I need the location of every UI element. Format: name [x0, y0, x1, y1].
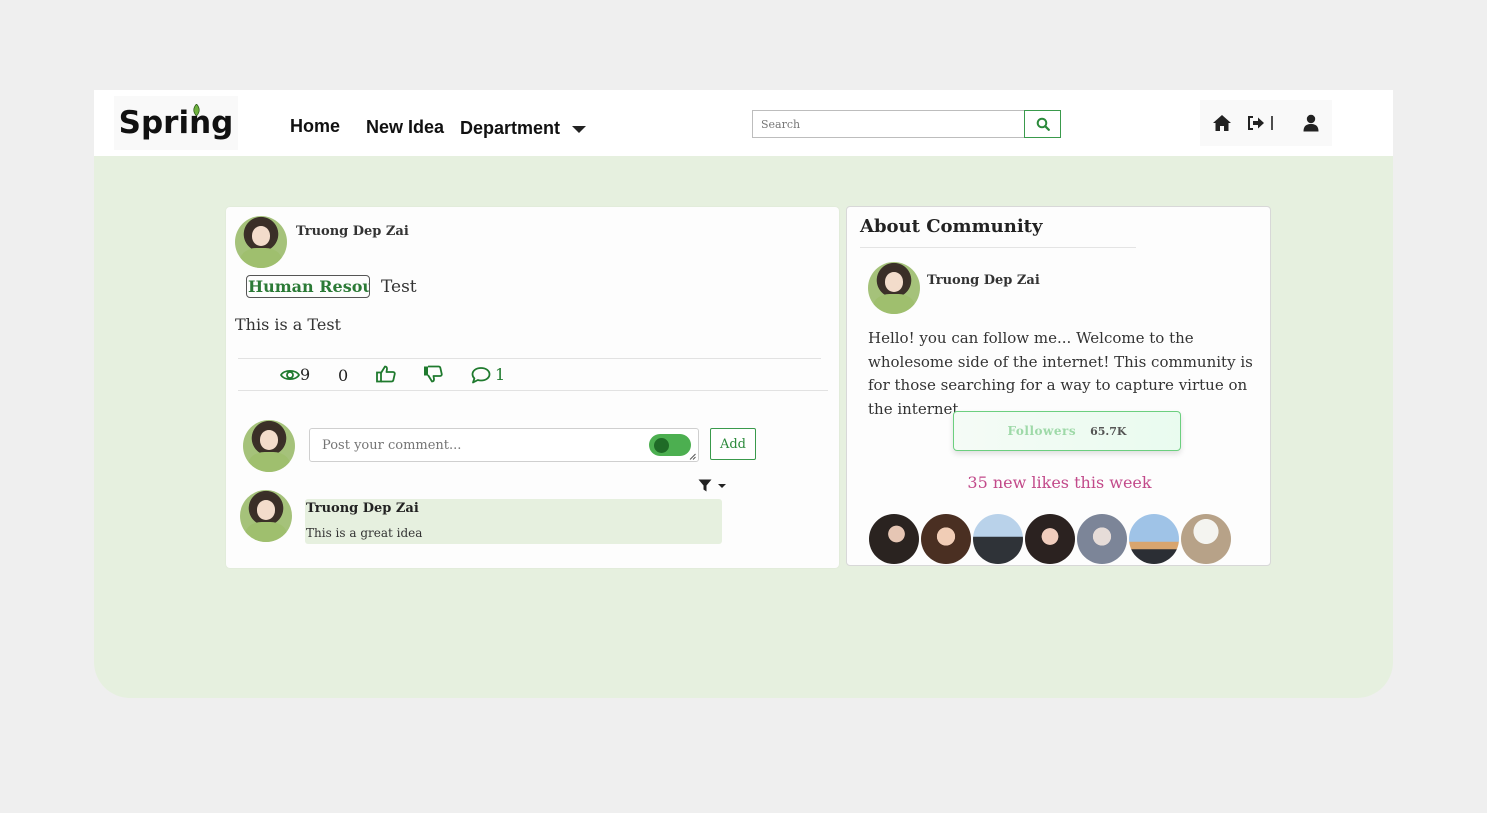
eye-icon — [280, 369, 300, 380]
member-avatar[interactable] — [973, 514, 1023, 564]
about-community-card: About Community Truong Dep Zai Hello! yo… — [846, 206, 1271, 566]
chevron-down-icon — [718, 483, 726, 488]
community-owner[interactable]: Truong Dep Zai — [927, 273, 1040, 288]
comment-item: Truong Dep Zai This is a great idea — [305, 499, 722, 544]
comment-filter[interactable] — [698, 479, 726, 492]
divider — [860, 247, 1136, 248]
thumbs-down-icon — [424, 365, 443, 383]
like-button[interactable] — [376, 365, 396, 383]
search-input[interactable] — [752, 110, 1024, 138]
nav-department-label: Department — [460, 118, 561, 138]
comment-input[interactable] — [320, 437, 644, 454]
post-title: Test — [381, 277, 417, 297]
post-author[interactable]: Truong Dep Zai — [296, 224, 409, 239]
search-bar — [752, 110, 1066, 138]
resize-handle-icon[interactable] — [689, 453, 696, 460]
member-avatars — [869, 514, 1233, 564]
comment-box — [309, 428, 699, 462]
user-icon — [1303, 114, 1319, 132]
about-title: About Community — [860, 216, 1043, 237]
followers-count: 65.7K — [1090, 424, 1127, 438]
brand-logo[interactable]: Spring — [114, 96, 238, 150]
chevron-down-icon — [572, 126, 587, 133]
member-avatar[interactable] — [921, 514, 971, 564]
post-body: This is a Test — [235, 315, 341, 334]
avatar[interactable] — [868, 262, 920, 314]
logout-button[interactable] — [1247, 115, 1275, 131]
search-icon — [1036, 117, 1050, 131]
page-frame: Spring Home New Idea Department Search T… — [94, 90, 1393, 698]
logout-icon — [1248, 116, 1273, 130]
leaf-icon — [193, 104, 200, 116]
comment-icon — [471, 366, 491, 383]
anonymous-toggle[interactable] — [649, 434, 691, 456]
brand-name: Spring — [118, 105, 234, 141]
toggle-knob — [654, 438, 669, 453]
followers-button[interactable]: Followers 65.7K — [953, 411, 1181, 451]
member-avatar[interactable] — [1025, 514, 1075, 564]
member-avatar[interactable] — [1181, 514, 1231, 564]
vote-score: 0 — [338, 366, 349, 385]
home-button[interactable] — [1212, 114, 1232, 132]
nav-new-idea[interactable]: New Idea — [366, 117, 444, 138]
profile-button[interactable] — [1303, 114, 1319, 132]
about-description: Hello! you can follow me... Welcome to t… — [868, 329, 1253, 418]
navbar: Spring Home New Idea Department — [94, 90, 1393, 156]
nav-department-dropdown[interactable]: Department — [460, 118, 587, 139]
avatar[interactable] — [235, 216, 287, 268]
department-tag[interactable]: Human Resource — [246, 275, 370, 298]
avatar — [240, 490, 292, 542]
member-avatar[interactable] — [1077, 514, 1127, 564]
nav-home[interactable]: Home — [290, 116, 340, 137]
followers-label: Followers — [1007, 424, 1077, 438]
divider — [238, 358, 821, 359]
comment-author[interactable]: Truong Dep Zai — [306, 501, 419, 516]
avatar — [243, 420, 295, 472]
home-icon — [1213, 115, 1231, 131]
comment-count[interactable]: 1 — [471, 365, 505, 384]
search-button[interactable] — [1024, 110, 1061, 138]
add-comment-button[interactable]: Add — [710, 428, 756, 460]
view-count-value: 9 — [300, 365, 311, 384]
dislike-button[interactable] — [423, 365, 443, 383]
filter-icon — [698, 479, 712, 492]
comment-text: This is a great idea — [306, 526, 423, 540]
user-actions — [1200, 100, 1332, 146]
member-avatar[interactable] — [869, 514, 919, 564]
comment-count-value: 1 — [495, 365, 506, 384]
weekly-likes: 35 new likes this week — [967, 473, 1152, 492]
member-avatar[interactable] — [1129, 514, 1179, 564]
post-card: Truong Dep Zai Human Resource Test This … — [226, 207, 839, 568]
thumbs-up-icon — [376, 365, 396, 383]
view-count: 9 — [280, 365, 310, 384]
divider — [238, 390, 828, 391]
